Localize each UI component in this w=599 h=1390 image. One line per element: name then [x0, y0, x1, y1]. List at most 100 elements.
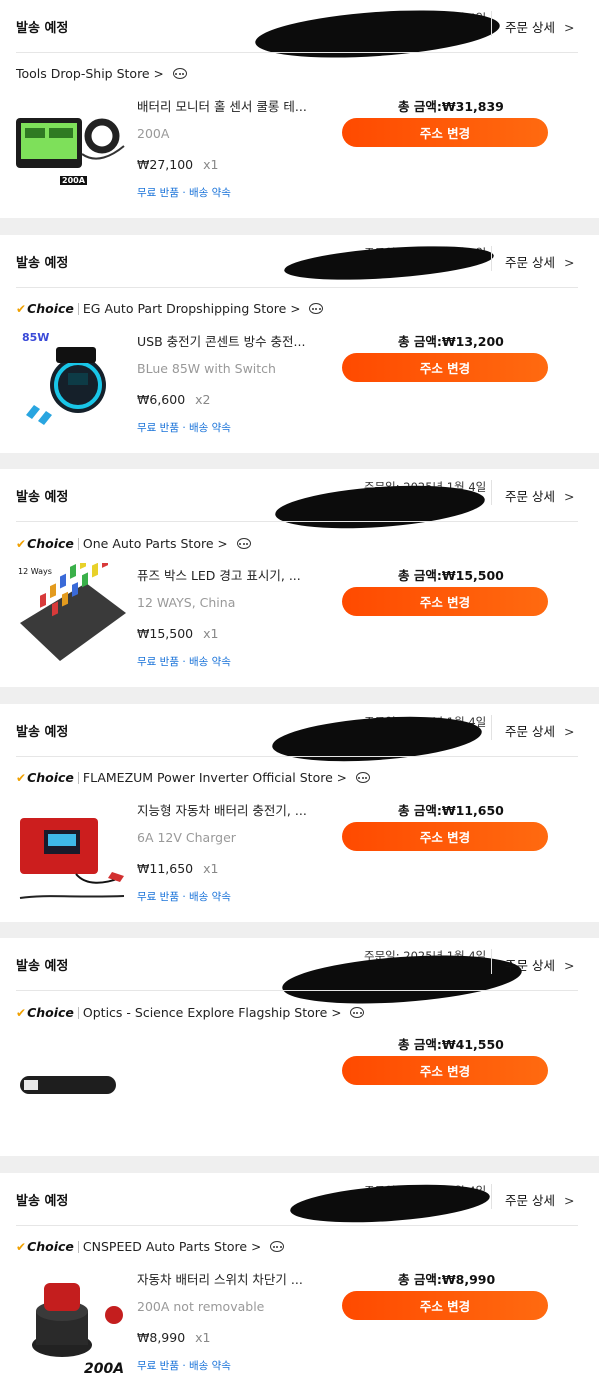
choice-divider [77, 537, 79, 550]
chevron-right-icon: > [217, 536, 228, 551]
product-image[interactable]: 12 Ways [16, 563, 128, 675]
choice-label: Choice [27, 1239, 74, 1254]
chat-icon[interactable] [236, 538, 251, 549]
order-detail-link[interactable]: 주문 상세 > [505, 1190, 574, 1209]
chevron-right-icon: > [563, 958, 575, 973]
store-name[interactable]: Optics - Science Explore Flagship Store [83, 1005, 327, 1020]
store-row[interactable]: ✔ Choice One Auto Parts Store > [16, 536, 251, 551]
store-row[interactable]: ✔ Choice Optics - Science Explore Flagshi… [16, 1005, 365, 1020]
order-total: 총 금액:₩11,650 [398, 803, 504, 818]
product-image-label: 200A [82, 1361, 127, 1377]
order-total: 총 금액:₩15,500 [398, 568, 504, 583]
product-image[interactable]: 200A [16, 94, 128, 206]
product-image-label: 85W [20, 331, 52, 344]
redaction-mark [273, 479, 487, 535]
product-name[interactable]: 지능형 자동차 배터리 충전기, ... [137, 800, 307, 819]
divider [16, 756, 578, 757]
product-variant: 12 WAYS, China [137, 595, 236, 610]
order-detail-label: 주문 상세 [505, 1193, 555, 1208]
store-row[interactable]: ✔ Choice FLAMEZUM Power Inverter Official… [16, 770, 370, 785]
order-detail-label: 주문 상세 [505, 255, 555, 270]
choice-divider [77, 1240, 79, 1253]
chat-icon[interactable] [270, 1241, 285, 1252]
product-name[interactable]: 배터리 모니터 홀 센서 쿨롱 테... [137, 96, 307, 115]
store-row[interactable]: ✔ Choice EG Auto Part Dropshipping Store … [16, 301, 324, 316]
choice-divider [77, 771, 79, 784]
battery-monitor-picture [16, 118, 125, 168]
product-image[interactable] [16, 1032, 128, 1144]
unit-price: ₩6,600 [137, 392, 186, 407]
order-detail-link[interactable]: 주문 상세 > [505, 17, 574, 36]
change-address-button[interactable]: 주소 변경 [342, 822, 548, 851]
chevron-right-icon: > [290, 301, 301, 316]
check-icon: ✔ [16, 301, 27, 316]
product-name[interactable]: USB 충전기 콘센트 방수 충전... [137, 331, 305, 350]
store-name[interactable]: One Auto Parts Store [83, 536, 214, 551]
product-image[interactable] [16, 798, 128, 910]
chat-icon[interactable] [172, 68, 187, 79]
order-detail-link[interactable]: 주문 상세 > [505, 252, 574, 271]
service-badges: 무료 반품 · 배송 약속 [137, 656, 231, 668]
change-address-button[interactable]: 주소 변경 [342, 1056, 548, 1085]
quantity: x1 [203, 626, 219, 641]
shipping-status: 발송 예정 [16, 490, 69, 505]
store-name[interactable]: EG Auto Part Dropshipping Store [83, 301, 286, 316]
product-image-label: 200A [60, 176, 87, 185]
change-address-button[interactable]: 주소 변경 [342, 353, 548, 382]
choice-badge: ✔ Choice [16, 1005, 74, 1020]
product-image[interactable]: 85W [16, 329, 128, 441]
change-address-button[interactable]: 주소 변경 [342, 587, 548, 616]
choice-label: Choice [27, 536, 74, 551]
check-icon: ✔ [16, 1005, 27, 1020]
shipping-status: 발송 예정 [16, 21, 69, 36]
choice-label: Choice [27, 301, 74, 316]
order-detail-link[interactable]: 주문 상세 > [505, 486, 574, 505]
order-card: 발송 예정 주문일: 2025년 1월 4일 주문 상세> ✔Choice FL… [0, 704, 599, 922]
redaction-mark [253, 3, 502, 65]
choice-badge: ✔ Choice [16, 536, 74, 551]
divider [16, 1225, 578, 1226]
product-image-label: 12 Ways [16, 567, 54, 576]
change-address-button[interactable]: 주소 변경 [342, 118, 548, 147]
order-total: 총 금액:₩13,200 [398, 334, 504, 349]
divider [491, 949, 492, 974]
chevron-right-icon: > [563, 489, 575, 504]
order-detail-link[interactable]: 주문 상세 > [505, 721, 574, 740]
chat-icon[interactable] [350, 1007, 365, 1018]
store-row[interactable]: Tools Drop-Ship Store > [16, 66, 187, 81]
store-name[interactable]: Tools Drop-Ship Store [16, 66, 150, 81]
divider [491, 1184, 492, 1209]
order-detail-link[interactable]: 주문 상세 > [505, 955, 574, 974]
chat-icon[interactable] [355, 772, 370, 783]
order-total: 총 금액:₩41,550 [398, 1037, 504, 1052]
unit-price: ₩11,650 [137, 861, 194, 876]
order-card: 발송 예정 주문일: 2025년 1월 4일 주문 상세> ✔Choice EG… [0, 235, 599, 453]
store-name[interactable]: FLAMEZUM Power Inverter Official Store [83, 770, 333, 785]
order-detail-label: 주문 상세 [505, 20, 555, 35]
divider [491, 246, 492, 271]
choice-label: Choice [27, 1005, 74, 1020]
product-name[interactable]: 퓨즈 박스 LED 경고 표시기, ... [137, 565, 301, 584]
choice-badge: ✔ Choice [16, 770, 74, 785]
shipping-status: 발송 예정 [16, 959, 69, 974]
product-name[interactable]: 자동차 배터리 스위치 차단기 ... [137, 1269, 303, 1288]
store-name[interactable]: CNSPEED Auto Parts Store [83, 1239, 247, 1254]
divider [491, 480, 492, 505]
product-price: ₩11,650 x1 [137, 861, 218, 876]
product-price: ₩15,500 x1 [137, 626, 218, 641]
product-image[interactable]: 200A [16, 1267, 128, 1379]
product-variant: 6A 12V Charger [137, 830, 236, 845]
store-row[interactable]: ✔ Choice CNSPEED Auto Parts Store > [16, 1239, 285, 1254]
choice-badge: ✔ Choice [16, 1239, 74, 1254]
service-badges: 무료 반품 · 배송 약속 [137, 1360, 231, 1372]
chevron-right-icon: > [563, 20, 575, 35]
order-card: 발송 예정 주문일: 2025년 1월 4일 주문 상세> ✔Choice Op… [0, 938, 599, 1156]
chevron-right-icon: > [563, 1193, 575, 1208]
chevron-right-icon: > [331, 1005, 342, 1020]
product-variant: 200A not removable [137, 1299, 265, 1314]
product-price: ₩6,600 x2 [137, 392, 211, 407]
chat-icon[interactable] [309, 303, 324, 314]
product-price: ₩8,990 x1 [137, 1330, 211, 1345]
change-address-button[interactable]: 주소 변경 [342, 1291, 548, 1320]
quantity: x1 [203, 861, 219, 876]
